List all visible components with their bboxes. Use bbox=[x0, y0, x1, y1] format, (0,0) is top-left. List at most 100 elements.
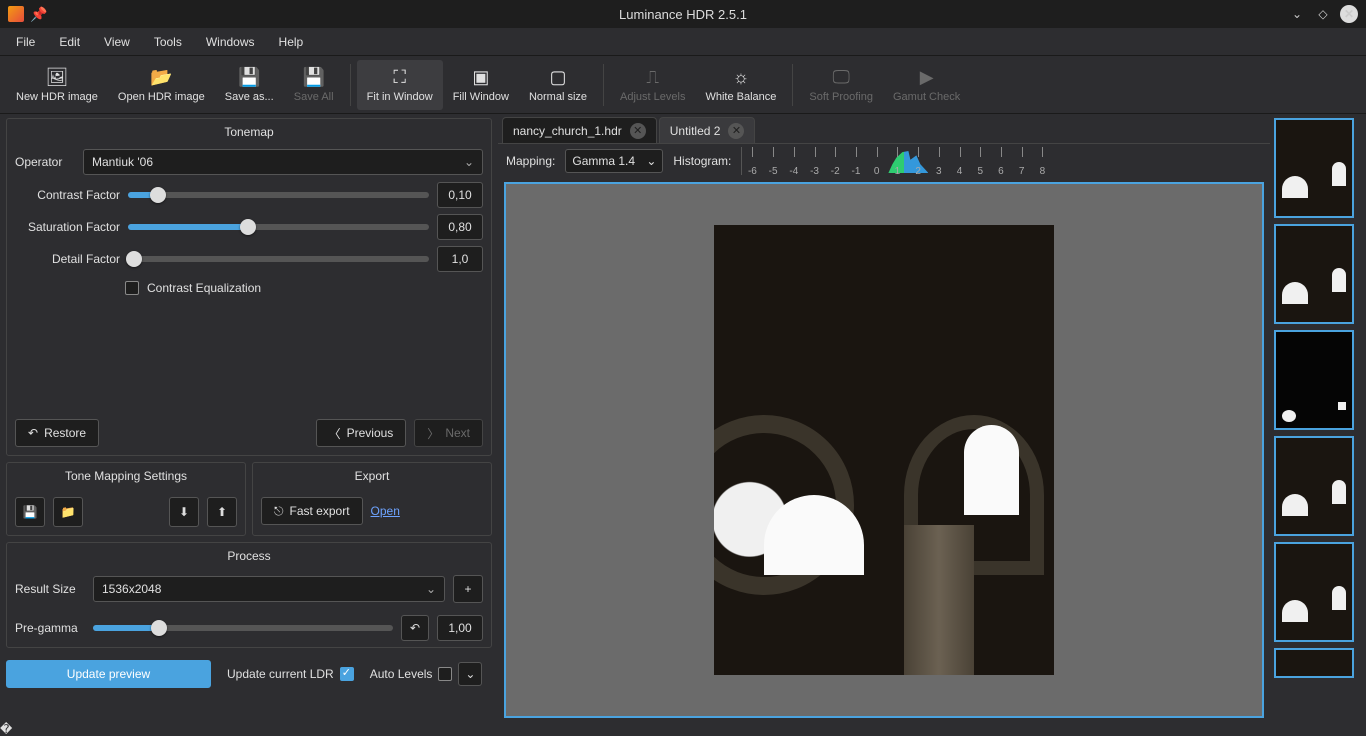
export-button[interactable]: ⬆ bbox=[207, 497, 237, 527]
menu-windows[interactable]: Windows bbox=[196, 31, 265, 53]
contrast-eq-label: Contrast Equalization bbox=[147, 281, 261, 295]
load-settings-button[interactable]: 📁 bbox=[53, 497, 83, 527]
slider-thumb[interactable] bbox=[126, 251, 142, 267]
menu-help[interactable]: Help bbox=[269, 31, 314, 53]
operator-label: Operator bbox=[15, 155, 75, 169]
close-tab-icon[interactable]: ✕ bbox=[630, 123, 646, 139]
play-icon: ▶ bbox=[920, 67, 934, 89]
mapping-bar: Mapping: Gamma 1.4 ⌄ Histogram: -6-5-4-3… bbox=[498, 144, 1270, 178]
mapping-select[interactable]: Gamma 1.4 ⌄ bbox=[565, 149, 663, 173]
toolbar: 🖼New HDR image 📂Open HDR image 💾Save as.… bbox=[0, 56, 1366, 114]
folder-icon: 📂 bbox=[150, 67, 172, 89]
menu-file[interactable]: File bbox=[6, 31, 45, 53]
chevron-left-icon: 〈 bbox=[329, 425, 341, 442]
chevron-down-icon bbox=[426, 582, 436, 596]
save-all-icon: 💾 bbox=[302, 67, 324, 89]
contrast-eq-checkbox[interactable] bbox=[125, 281, 139, 295]
saturation-value[interactable]: 0,80 bbox=[437, 214, 483, 240]
thumbnail[interactable] bbox=[1274, 436, 1354, 536]
save-icon: 💾 bbox=[23, 505, 38, 519]
detail-value[interactable]: 1,0 bbox=[437, 246, 483, 272]
mapping-value: Gamma 1.4 bbox=[572, 154, 635, 168]
thumbnail[interactable] bbox=[1274, 542, 1354, 642]
window-title: Luminance HDR 2.5.1 bbox=[619, 7, 747, 22]
separator bbox=[350, 64, 351, 106]
slider-thumb[interactable] bbox=[240, 219, 256, 235]
titlebar: 📌 Luminance HDR 2.5.1 ⌄ ◇ ✕ bbox=[0, 0, 1366, 28]
center-area: nancy_church_1.hdr ✕ Untitled 2 ✕ Mappin… bbox=[498, 114, 1270, 722]
separator bbox=[792, 64, 793, 106]
save-all-button: 💾Save All bbox=[284, 60, 344, 110]
detail-slider[interactable] bbox=[128, 256, 429, 262]
tonemap-panel: Tonemap Operator Mantiuk '06 Contrast Fa… bbox=[6, 118, 492, 456]
restore-button[interactable]: ↶Restore bbox=[15, 419, 99, 447]
result-size-label: Result Size bbox=[15, 582, 85, 596]
tab-untitled[interactable]: Untitled 2 ✕ bbox=[659, 117, 756, 143]
result-size-value: 1536x2048 bbox=[102, 582, 161, 596]
menu-view[interactable]: View bbox=[94, 31, 140, 53]
folder-icon: 📁 bbox=[61, 505, 76, 519]
thumbnail[interactable] bbox=[1274, 648, 1354, 678]
slider-thumb[interactable] bbox=[151, 620, 167, 636]
thumbnail[interactable] bbox=[1274, 224, 1354, 324]
fill-icon: ▣ bbox=[472, 67, 489, 89]
menu-tools[interactable]: Tools bbox=[144, 31, 192, 53]
normal-size-button[interactable]: ▢Normal size bbox=[519, 60, 597, 110]
fast-export-button[interactable]: ⎋Fast export bbox=[261, 497, 363, 525]
open-link[interactable]: Open bbox=[371, 504, 400, 518]
update-preview-button[interactable]: Update preview bbox=[6, 660, 211, 688]
process-title: Process bbox=[7, 543, 491, 569]
saturation-label: Saturation Factor bbox=[15, 220, 120, 234]
undo-icon: ↶ bbox=[28, 426, 38, 440]
menubar: File Edit View Tools Windows Help bbox=[0, 28, 1366, 56]
histogram-label: Histogram: bbox=[673, 154, 731, 168]
slider-thumb[interactable] bbox=[150, 187, 166, 203]
save-settings-button[interactable]: 💾 bbox=[15, 497, 45, 527]
pin-icon[interactable]: 📌 bbox=[30, 6, 47, 23]
minimize-icon[interactable]: ⌄ bbox=[1288, 5, 1306, 23]
pregamma-value[interactable]: 1,00 bbox=[437, 615, 483, 641]
thumbnail[interactable] bbox=[1274, 330, 1354, 430]
save-as-button[interactable]: 💾Save as... bbox=[215, 60, 284, 110]
previous-button[interactable]: 〈Previous bbox=[316, 419, 407, 447]
adjust-levels-button: ⎍Adjust Levels bbox=[610, 60, 695, 110]
contrast-value[interactable]: 0,10 bbox=[437, 182, 483, 208]
auto-levels-options-button[interactable]: ⌄ bbox=[458, 662, 482, 686]
operator-select[interactable]: Mantiuk '06 bbox=[83, 149, 483, 175]
auto-levels-checkbox[interactable] bbox=[438, 667, 452, 681]
tone-mapping-settings-panel: Tone Mapping Settings 💾 📁 ⬇ ⬆ bbox=[6, 462, 246, 536]
histogram[interactable]: -6-5-4-3-2-1012345678 bbox=[741, 147, 1041, 175]
add-size-button[interactable]: + bbox=[453, 575, 483, 603]
pregamma-slider[interactable] bbox=[93, 625, 393, 631]
export-icon: ⎋ bbox=[274, 504, 284, 519]
chevron-down-icon: ⌄ bbox=[646, 154, 656, 168]
menu-edit[interactable]: Edit bbox=[49, 31, 90, 53]
white-balance-button[interactable]: ☼White Balance bbox=[695, 60, 786, 110]
mapping-label: Mapping: bbox=[506, 154, 555, 168]
export-panel: Export ⎋Fast export Open bbox=[252, 462, 492, 536]
close-tab-icon[interactable]: ✕ bbox=[728, 123, 744, 139]
download-icon: ⬇ bbox=[179, 505, 189, 519]
new-hdr-button[interactable]: 🖼New HDR image bbox=[6, 60, 108, 110]
open-hdr-button[interactable]: 📂Open HDR image bbox=[108, 60, 215, 110]
fill-window-button[interactable]: ▣Fill Window bbox=[443, 60, 519, 110]
fit-icon: ⛶ bbox=[393, 67, 406, 89]
left-panel: Tonemap Operator Mantiuk '06 Contrast Fa… bbox=[0, 114, 498, 722]
contrast-slider[interactable] bbox=[128, 192, 429, 198]
result-size-select[interactable]: 1536x2048 bbox=[93, 576, 445, 602]
process-panel: Process Result Size 1536x2048 + Pre-gamm… bbox=[6, 542, 492, 648]
levels-icon: ⎍ bbox=[646, 67, 659, 89]
reset-pregamma-button[interactable]: ↶ bbox=[401, 615, 429, 641]
next-button: 〉Next bbox=[414, 419, 483, 447]
image-preview bbox=[714, 225, 1054, 675]
fit-window-button[interactable]: ⛶Fit in Window bbox=[357, 60, 443, 110]
thumbnail[interactable] bbox=[1274, 118, 1354, 218]
image-canvas[interactable] bbox=[504, 182, 1264, 718]
import-button[interactable]: ⬇ bbox=[169, 497, 199, 527]
chevron-down-icon bbox=[464, 155, 474, 169]
update-ldr-checkbox[interactable] bbox=[340, 667, 354, 681]
close-icon[interactable]: ✕ bbox=[1340, 5, 1358, 23]
tab-nancy-church[interactable]: nancy_church_1.hdr ✕ bbox=[502, 117, 657, 143]
maximize-icon[interactable]: ◇ bbox=[1314, 5, 1332, 23]
saturation-slider[interactable] bbox=[128, 224, 429, 230]
